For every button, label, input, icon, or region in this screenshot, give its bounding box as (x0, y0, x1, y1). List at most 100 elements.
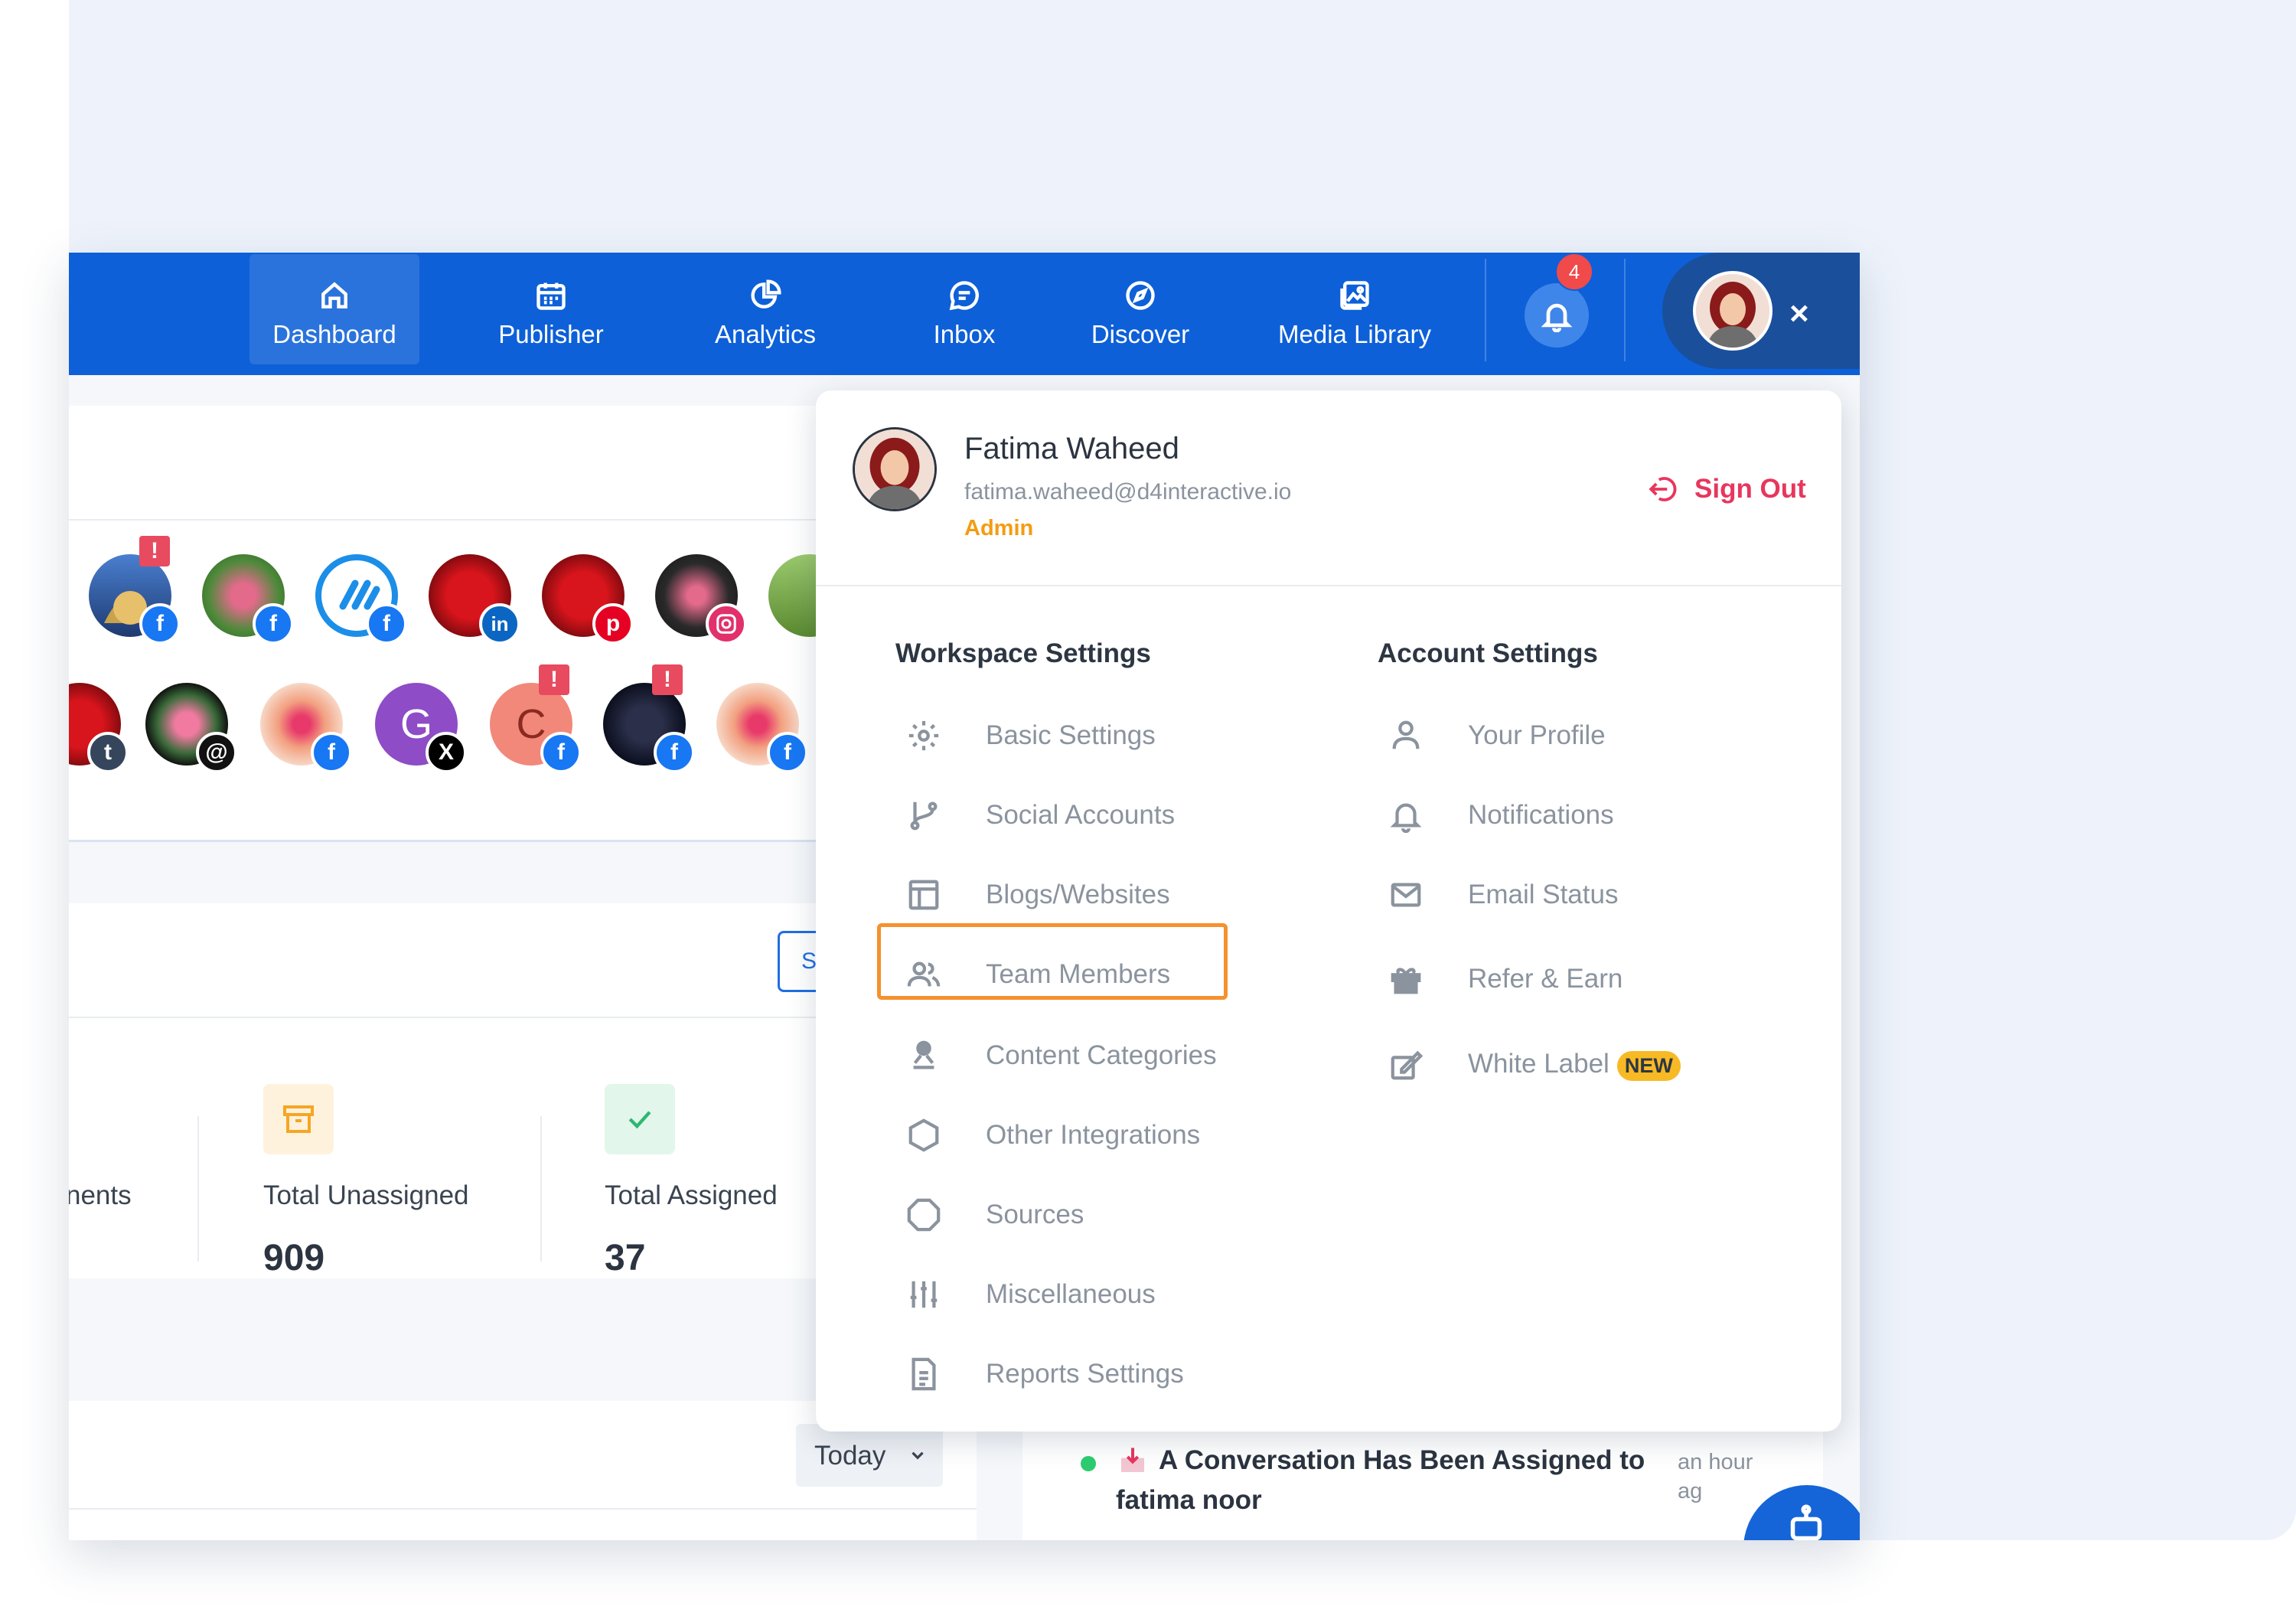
layout-icon (908, 880, 939, 910)
menu-basic-settings[interactable]: Basic Settings (906, 701, 1289, 770)
nav-discover-label: Discover (1091, 320, 1190, 348)
sign-out-button[interactable]: Sign Out (1647, 470, 1806, 508)
header-card (69, 406, 842, 521)
user-icon (1392, 720, 1420, 749)
octagon-icon (907, 1198, 941, 1232)
menu-label: Sources (986, 1200, 1084, 1229)
nav-dashboard[interactable]: Dashboard (249, 253, 419, 375)
chat-bot-button[interactable] (1743, 1485, 1860, 1540)
edit-icon (1391, 1050, 1424, 1080)
social-accounts-card: f ! f f in p t @ f G X C f ! f ! f (69, 521, 851, 842)
unassigned-value: 909 (263, 1238, 325, 1278)
menu-blogs-websites[interactable]: Blogs/Websites (906, 860, 1289, 929)
nav-media-library[interactable]: Media Library (1263, 253, 1446, 375)
profile-avatar (853, 427, 937, 511)
sliders-icon (910, 1281, 938, 1308)
nav-dashboard-label: Dashboard (272, 320, 396, 348)
facebook-icon: f (540, 732, 582, 773)
menu-refer-earn[interactable]: Refer & Earn (1388, 945, 1786, 1014)
mail-icon (1391, 883, 1421, 907)
facebook-icon: f (366, 603, 407, 645)
date-filter-value: Today (814, 1441, 886, 1471)
activity-title: A Conversation Has Been Assigned to (1159, 1445, 1645, 1475)
nav-publisher-label: Publisher (498, 320, 604, 348)
menu-sources[interactable]: Sources (906, 1180, 1289, 1249)
branch-icon (910, 801, 938, 831)
nav-inbox[interactable]: Inbox (903, 253, 1026, 375)
gear-icon (908, 720, 939, 751)
person-stamp-icon (913, 1040, 934, 1069)
menu-notifications[interactable]: Notifications (1388, 781, 1786, 850)
robot-icon (1790, 1504, 1822, 1540)
avatar (1693, 271, 1773, 351)
menu-other-integrations[interactable]: Other Integrations (906, 1101, 1289, 1170)
menu-label: Refer & Earn (1468, 964, 1623, 994)
bell-icon (1541, 303, 1573, 332)
compass-icon (1126, 281, 1155, 310)
workspace-settings-title: Workspace Settings (895, 638, 1151, 668)
profile-role: Admin (964, 516, 1034, 540)
threads-icon: @ (196, 732, 237, 773)
sign-out-label: Sign Out (1694, 474, 1806, 504)
top-navbar: Dashboard Publisher Analytics Inbox Disc… (69, 253, 1860, 375)
menu-reports-settings[interactable]: Reports Settings (906, 1340, 1289, 1409)
facebook-icon: f (654, 732, 695, 773)
menu-label: Reports Settings (986, 1359, 1184, 1389)
menu-label: Miscellaneous (986, 1279, 1156, 1309)
team-members-highlight (877, 923, 1228, 1000)
nav-publisher[interactable]: Publisher (475, 253, 628, 375)
menu-email-status[interactable]: Email Status (1388, 860, 1786, 929)
facebook-icon: f (311, 732, 352, 773)
divider (197, 1116, 199, 1262)
assigned-value: 37 (605, 1238, 646, 1278)
tumblr-icon: t (87, 732, 129, 773)
nav-media-library-label: Media Library (1278, 320, 1431, 348)
menu-miscellaneous[interactable]: Miscellaneous (906, 1260, 1289, 1329)
menu-social-accounts[interactable]: Social Accounts (906, 781, 1289, 850)
divider (69, 1508, 977, 1510)
notification-count-badge: 4 (1555, 253, 1593, 291)
user-menu-toggle[interactable] (1662, 253, 1860, 369)
account-settings-title: Account Settings (1378, 638, 1598, 668)
date-filter-select[interactable]: Today (796, 1424, 943, 1487)
calendar-icon (536, 282, 566, 310)
gift-icon (1391, 968, 1421, 994)
chevron-down-icon (912, 1451, 924, 1460)
menu-your-profile[interactable]: Your Profile (1388, 701, 1786, 770)
menu-label: Basic Settings (986, 720, 1156, 750)
menu-label: Email Status (1468, 880, 1619, 909)
stat-label-partial: nents (69, 1180, 132, 1210)
close-icon[interactable]: × (1789, 291, 1809, 337)
divider (540, 1116, 542, 1262)
activity-time: an hour (1678, 1450, 1753, 1474)
menu-white-label[interactable]: White Label NEW (1388, 1030, 1786, 1099)
menu-label: Your Profile (1468, 720, 1606, 750)
profile-name: Fatima Waheed (964, 432, 1179, 465)
menu-label: White Label NEW (1468, 1049, 1681, 1081)
archive-icon (263, 1084, 334, 1154)
menu-content-categories[interactable]: Content Categories (906, 1021, 1289, 1090)
white-label-text: White Label (1468, 1049, 1609, 1079)
profile-email: fatima.waheed@d4interactive.io (964, 479, 1292, 504)
facebook-icon: f (253, 603, 294, 645)
activity-title-line2: fatima noor (1116, 1485, 1262, 1515)
nav-divider (1624, 259, 1626, 361)
user-dropdown-menu: Fatima Waheed fatima.waheed@d4interactiv… (816, 390, 1841, 1432)
nav-discover[interactable]: Discover (1071, 253, 1209, 375)
stats-card: nents Total Unassigned 909 Total Assigne… (69, 1018, 842, 1278)
bell-icon (1390, 803, 1422, 833)
linkedin-icon: in (479, 603, 520, 645)
inbox-download-icon (1121, 1448, 1144, 1472)
menu-label: Social Accounts (986, 800, 1176, 830)
alert-badge: ! (539, 664, 569, 695)
nav-inbox-label: Inbox (933, 320, 996, 348)
logout-icon (1649, 477, 1677, 501)
menu-label: Other Integrations (986, 1120, 1201, 1150)
facebook-icon: f (767, 732, 808, 773)
menu-label: Notifications (1468, 800, 1614, 830)
notifications-button[interactable] (1525, 283, 1589, 348)
x-icon: X (426, 732, 467, 773)
nav-analytics[interactable]: Analytics (689, 253, 842, 375)
pie-chart-icon (751, 279, 781, 309)
instagram-icon (706, 603, 747, 645)
